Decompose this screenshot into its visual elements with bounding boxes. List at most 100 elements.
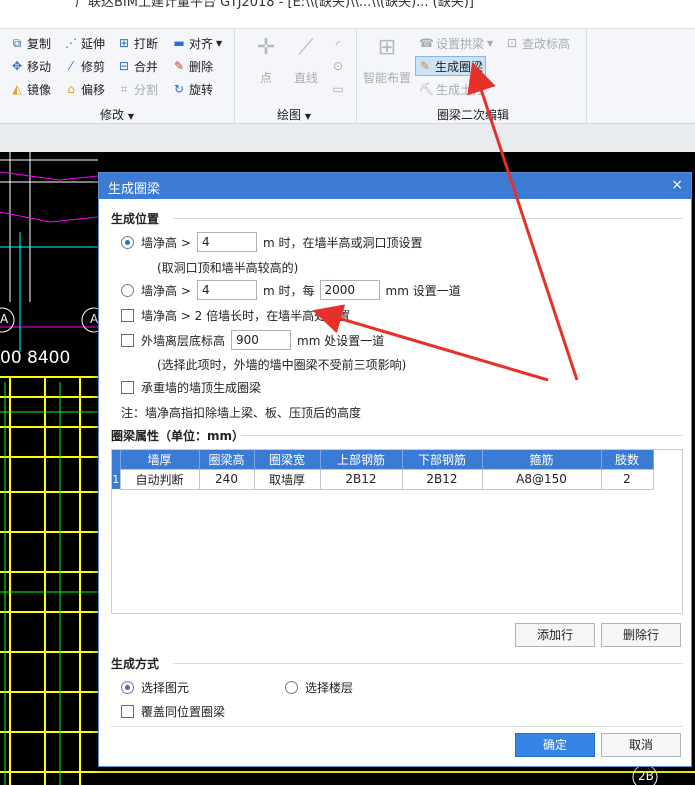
- split-icon: ⌗: [120, 82, 128, 96]
- rotate-button[interactable]: ↻ 旋转: [170, 79, 215, 99]
- column-header: 墙厚: [120, 450, 200, 469]
- option-load-bearing: 承重墙的墙顶生成圈梁: [121, 379, 261, 396]
- ringbeam-props-table: 墙厚 圈梁高 圈梁宽 上部钢筋 下部钢筋 箍筋 肢数 1 自动判断 240 取墙…: [112, 450, 654, 490]
- option-overwrite: 覆盖同位置圈梁: [121, 703, 225, 720]
- option-twice-length: 墙净高 > 2 倍墙长时，在墙半高处设置: [121, 307, 350, 324]
- elevation-icon: ⊡: [506, 36, 518, 50]
- ribbon-group-modify: ⧉ 复制 ✥ 移动 ◭ 镜像 ⋰ 延伸 ⁄ 修剪 ⌂ 偏移 ⊞ 打断 ⊟ 合并 ⌗ 分割 ▬ 对齐 ▼…: [0, 29, 235, 125]
- option-wall-every: 墙净高 > m 时，每 mm 设置一道: [121, 280, 461, 300]
- line-icon: ⟋: [298, 35, 314, 60]
- footnote: 注：墙净高指扣除墙上梁、板、压顶后的高度: [121, 406, 362, 420]
- break-button[interactable]: ⊞ 打断: [115, 33, 160, 53]
- extend-button[interactable]: ⋰ 延伸: [62, 33, 107, 53]
- point-button[interactable]: ✛ 点: [249, 33, 283, 86]
- checkbox-overwrite[interactable]: [121, 705, 134, 718]
- copy-icon: ⧉: [12, 36, 22, 50]
- arc-button[interactable]: ◜: [329, 35, 347, 55]
- exterior-height-input[interactable]: [231, 330, 292, 350]
- table-cell[interactable]: A8@150: [481, 468, 602, 490]
- method-section-heading: 生成方式: [111, 657, 160, 671]
- delete-icon: ✎: [173, 59, 185, 73]
- ok-button[interactable]: 确定: [515, 733, 595, 757]
- option-exterior-wall: 外墙离层底标高 mm 处设置一道: [121, 330, 384, 350]
- mirror-icon: ◭: [12, 82, 22, 96]
- line-button[interactable]: ⟋ 直线: [289, 33, 323, 86]
- chevron-down-icon: ▼: [127, 112, 134, 121]
- cad-dimension-text: 00 8400: [0, 348, 71, 368]
- generate-ringbeam-button[interactable]: ✎ 生成圈梁: [415, 56, 487, 76]
- mirror-button[interactable]: ◭ 镜像: [8, 79, 53, 99]
- radio-select-element[interactable]: [121, 681, 134, 694]
- radio-wall-half-height[interactable]: [121, 235, 134, 249]
- chevron-down-icon: ▼: [487, 38, 494, 48]
- align-button[interactable]: ▬ 对齐 ▼: [170, 33, 224, 53]
- dialog-title: 生成圈梁: [108, 182, 161, 197]
- chevron-down-icon: ▼: [304, 112, 311, 121]
- table-cell[interactable]: 2B12: [401, 468, 483, 490]
- earth-icon: ⛏: [419, 82, 435, 96]
- radio-select-floor[interactable]: [285, 681, 298, 694]
- ribbon-toolbar: ⧉ 复制 ✥ 移动 ◭ 镜像 ⋰ 延伸 ⁄ 修剪 ⌂ 偏移 ⊞ 打断 ⊟ 合并 ⌗ 分割 ▬ 对齐 ▼…: [0, 28, 695, 125]
- checkbox-twice-length[interactable]: [121, 309, 134, 322]
- add-row-button[interactable]: 添加行: [515, 623, 595, 647]
- tab-strip: [0, 124, 695, 152]
- column-header: 肢数: [601, 450, 654, 469]
- close-icon[interactable]: ×: [671, 177, 683, 193]
- checkbox-load-bearing[interactable]: [121, 381, 134, 394]
- rectangle-icon: ▭: [332, 82, 344, 96]
- wall-height-input-2[interactable]: [197, 280, 257, 300]
- table-cell[interactable]: 自动判断: [119, 468, 200, 490]
- ribbon-group-ringbeam: ⊞ 智能布置 ☎ 设置拱梁 ▼ ✎ 生成圈梁 ⛏ 生成土方 ⊡ 查改标高 圈梁二次编辑: [357, 29, 587, 125]
- copy-button[interactable]: ⧉ 复制: [8, 33, 53, 53]
- offset-icon: ⌂: [67, 82, 75, 96]
- merge-button[interactable]: ⊟ 合并: [115, 56, 160, 76]
- ribbon-group-label-ringbeam: 圈梁二次编辑: [437, 108, 510, 122]
- table-cell[interactable]: 2B12: [319, 468, 403, 490]
- smart-layout-icon: ⊞: [377, 35, 397, 60]
- split-button[interactable]: ⌗ 分割: [115, 79, 160, 99]
- check-elevation-button[interactable]: ⊡ 查改标高: [503, 33, 572, 53]
- table-corner: [112, 450, 121, 469]
- generate-earth-button[interactable]: ⛏ 生成土方: [417, 79, 486, 99]
- generate-ringbeam-dialog: 生成圈梁 × 生成位置 墙净高 > m 时，在墙半高或洞口顶设置 (取洞口顶和墙…: [98, 172, 692, 767]
- circle-button[interactable]: ⊙: [329, 56, 347, 76]
- option-select-floor: 选择楼层: [285, 679, 353, 696]
- move-button[interactable]: ✥ 移动: [8, 56, 53, 76]
- column-header: 上部钢筋: [320, 450, 403, 469]
- checkbox-exterior-wall[interactable]: [121, 333, 134, 347]
- table-row[interactable]: 1 自动判断 240 取墙厚 2B12 2B12 A8@150 2: [112, 468, 654, 490]
- window-title: 广联达BIM土建计量平台 GTJ2018 - [E:\\(缺失)\\...\\(…: [75, 0, 474, 10]
- ribbon-group-draw: ✛ 点 ⟋ 直线 ◜ ⊙ ▭ 绘图 ▼: [235, 29, 357, 125]
- point-icon: ✛: [256, 35, 276, 60]
- ringbeam-table: 墙厚 圈梁高 圈梁宽 上部钢筋 下部钢筋 箍筋 肢数 1 自动判断 240 取墙…: [111, 449, 683, 614]
- extend-icon: ⋰: [65, 36, 77, 50]
- circle-icon: ⊙: [332, 59, 344, 73]
- rectangle-button[interactable]: ▭: [329, 79, 347, 99]
- radio-wall-every[interactable]: [121, 283, 134, 297]
- trim-button[interactable]: ⁄ 修剪: [62, 56, 107, 76]
- cancel-button[interactable]: 取消: [601, 733, 681, 757]
- dialog-title-bar: 生成圈梁: [99, 173, 691, 199]
- option-wall-half-height: 墙净高 > m 时，在墙半高或洞口顶设置: [121, 232, 423, 252]
- ringbeam-icon: ✎: [419, 59, 431, 73]
- table-cell[interactable]: 2: [600, 468, 654, 490]
- spacing-input[interactable]: [319, 280, 380, 300]
- divider: [173, 218, 683, 219]
- delete-row-button[interactable]: 删除行: [601, 623, 681, 647]
- props-section-heading: 圈梁属性（单位：mm）: [111, 429, 245, 443]
- table-cell[interactable]: 240: [198, 468, 255, 490]
- rotate-icon: ↻: [173, 82, 185, 96]
- ribbon-group-label-draw: 绘图 ▼: [277, 108, 311, 122]
- set-arch-beam-button[interactable]: ☎ 设置拱梁 ▼: [417, 33, 495, 53]
- table-cell[interactable]: 取墙厚: [253, 468, 321, 490]
- delete-button[interactable]: ✎ 删除: [170, 56, 215, 76]
- chevron-down-icon: ▼: [216, 38, 223, 48]
- cad-axis-mark: A: [90, 312, 99, 326]
- arc-icon: ◜: [335, 38, 341, 52]
- merge-icon: ⊟: [118, 59, 130, 73]
- offset-button[interactable]: ⌂ 偏移: [62, 79, 107, 99]
- column-header: 箍筋: [482, 450, 602, 469]
- smart-layout-button[interactable]: ⊞ 智能布置: [361, 33, 413, 86]
- wall-height-input-1[interactable]: [197, 232, 257, 252]
- divider: [111, 726, 683, 727]
